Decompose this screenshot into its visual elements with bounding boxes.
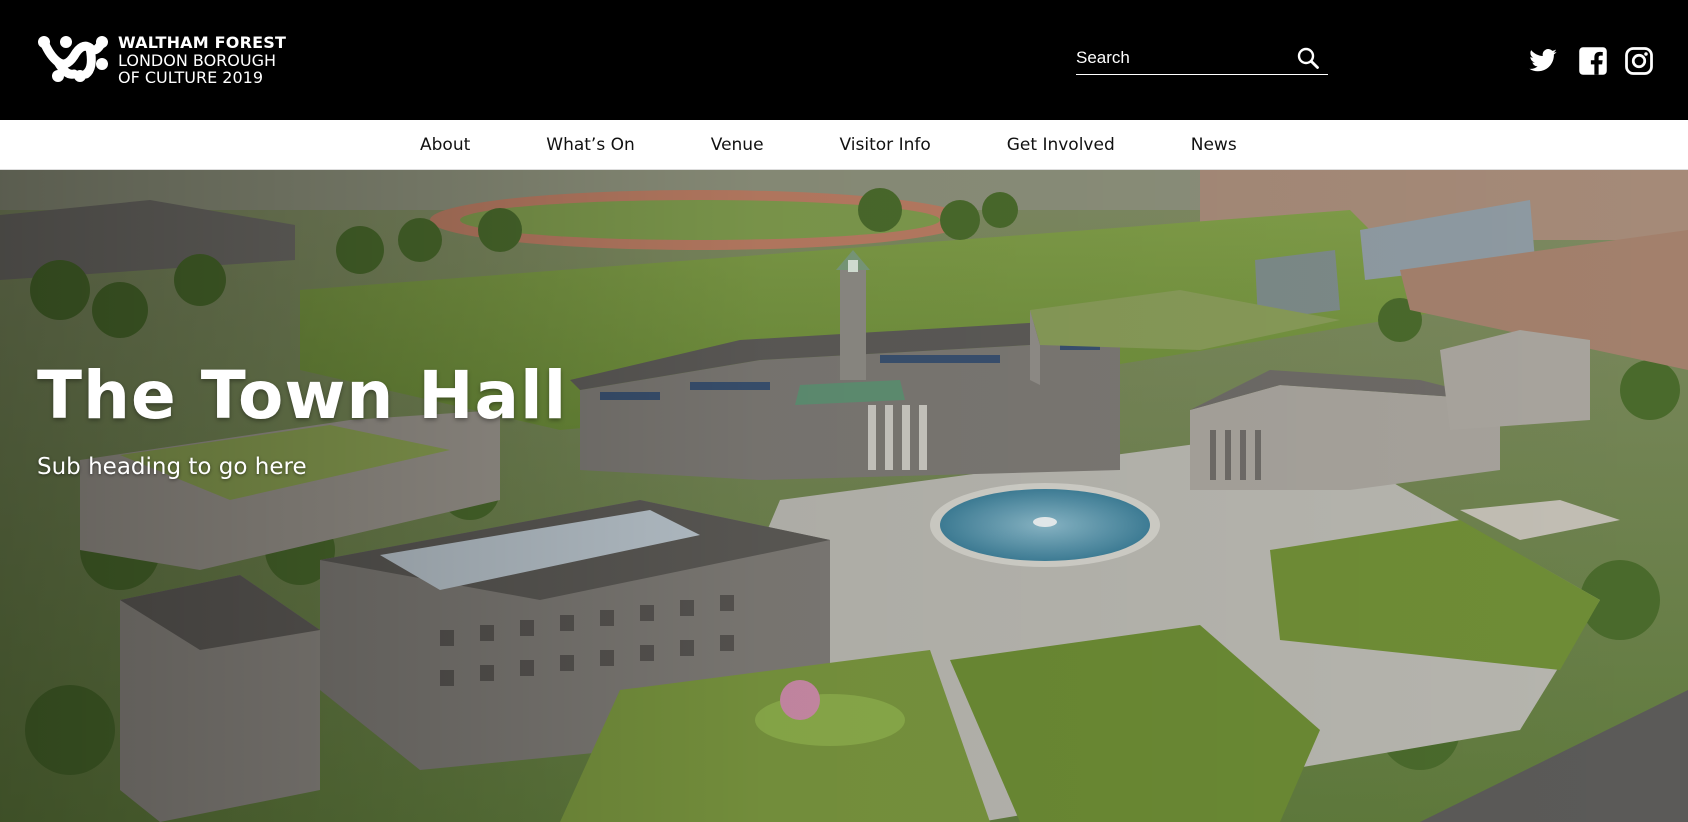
main-navigation: About What’s On Venue Visitor Info Get I…	[0, 120, 1688, 170]
search-input[interactable]	[1076, 46, 1286, 70]
search-box	[1076, 44, 1328, 75]
nav-item-venue[interactable]: Venue	[711, 135, 764, 155]
site-header: WALTHAM FOREST LONDON BOROUGH OF CULTURE…	[0, 0, 1688, 120]
nav-item-news[interactable]: News	[1191, 135, 1237, 155]
search-icon[interactable]	[1296, 46, 1320, 70]
nav-item-about[interactable]: About	[420, 135, 470, 155]
page-subtitle: Sub heading to go here	[37, 454, 307, 480]
hero-image	[0, 170, 1688, 822]
hero-banner: The Town Hall Sub heading to go here	[0, 170, 1688, 822]
logo-wordmark: WALTHAM FOREST LONDON BOROUGH OF CULTURE…	[118, 34, 286, 87]
nav-list: About What’s On Venue Visitor Info Get I…	[420, 120, 1237, 169]
logo-line-1: WALTHAM FOREST	[118, 33, 287, 52]
facebook-icon[interactable]	[1578, 46, 1608, 76]
logo-line-3: OF CULTURE 2019	[118, 68, 263, 87]
twitter-icon[interactable]	[1528, 46, 1558, 76]
page-title: The Town Hall	[37, 357, 568, 434]
nav-item-get-involved[interactable]: Get Involved	[1007, 135, 1115, 155]
nav-item-visitor-info[interactable]: Visitor Info	[840, 135, 931, 155]
nav-item-whats-on[interactable]: What’s On	[546, 135, 635, 155]
logo-mark-icon	[38, 36, 108, 82]
logo-line-2: LONDON BOROUGH	[118, 50, 277, 70]
instagram-icon[interactable]	[1624, 46, 1654, 76]
site-logo[interactable]: WALTHAM FOREST LONDON BOROUGH OF CULTURE…	[36, 34, 286, 87]
